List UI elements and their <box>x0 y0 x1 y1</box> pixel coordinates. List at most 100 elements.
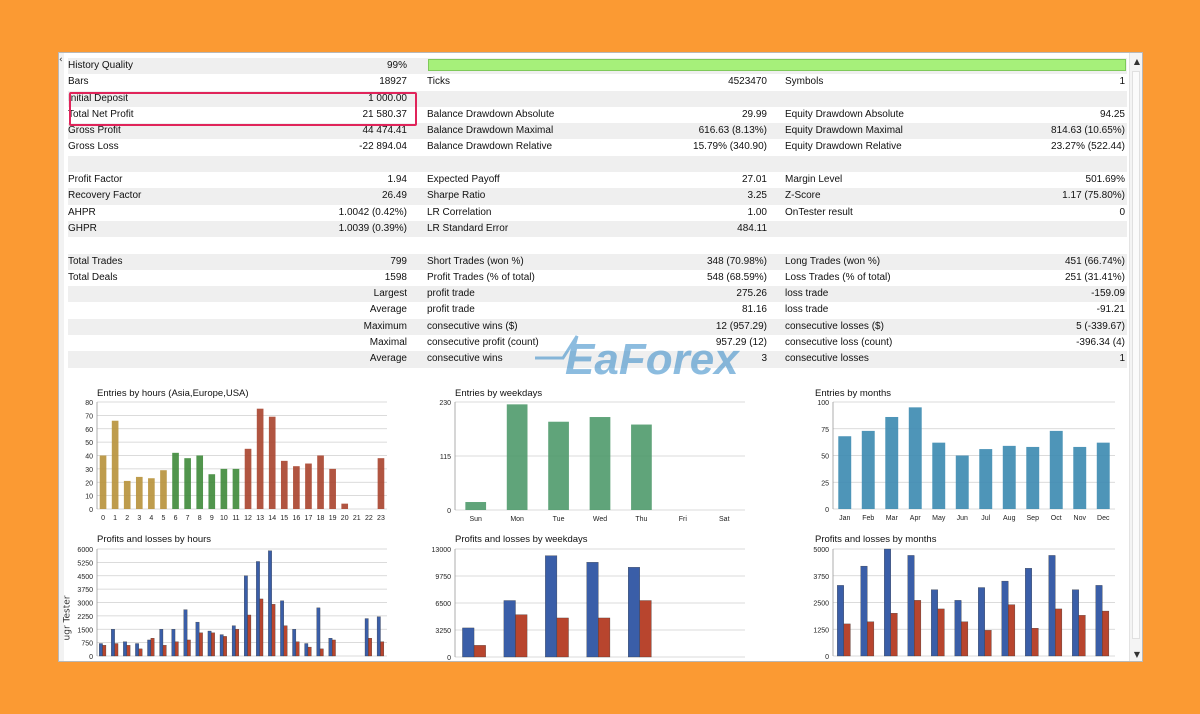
history-quality-bar <box>428 59 1126 71</box>
stat-label: Gross Loss <box>68 141 119 153</box>
y-tick-label: 0 <box>825 507 829 514</box>
bar-series-2 <box>914 600 922 657</box>
bar-series-2 <box>867 621 875 657</box>
stat-value: 99% <box>386 60 407 71</box>
bar-series-1 <box>99 643 103 657</box>
bar-series-2 <box>102 645 107 657</box>
bar-series-1 <box>316 607 321 657</box>
stat-value: -396.34 (4) <box>1076 337 1125 349</box>
x-tick-label: 15 <box>280 515 288 522</box>
bar-series-1 <box>462 627 475 658</box>
stat-value: 484.11 <box>737 222 767 234</box>
y-tick-label: 40 <box>85 454 93 461</box>
bar-series-2 <box>515 614 528 658</box>
stat-value: Average <box>369 353 407 365</box>
stat-label: consecutive profit (count) <box>427 337 539 349</box>
bar-series-2 <box>283 625 288 657</box>
scroll-up-icon[interactable]: ▲ <box>1134 57 1140 66</box>
chart-svg: 01250250037505000JanFebMarAprMayJunJulAu… <box>813 547 1115 661</box>
eaforex-watermark: EaForex <box>535 335 740 384</box>
stat-label: Profit Trades (% of total) <box>427 271 535 283</box>
bar-series-2 <box>259 598 264 657</box>
bar-series-2 <box>126 645 131 657</box>
y-tick-label: 115 <box>440 454 451 461</box>
y-tick-label: 3250 <box>435 628 451 635</box>
y-tick-label: 70 <box>85 413 93 420</box>
chart-svg: 010203040506070800 1 2 3 4 5 6 7 8 9 10 11 12 13 14 15 1… <box>85 400 387 522</box>
x-tick-label: Sun <box>469 516 482 523</box>
bar-series-1 <box>292 629 297 657</box>
stat-label: Balance Drawdown Relative <box>427 141 553 153</box>
bar-series-1 <box>503 600 516 658</box>
stat-value: Largest <box>373 288 407 300</box>
stat-value: 1598 <box>384 271 407 283</box>
y-tick-label: 13000 <box>432 547 452 554</box>
x-tick-label: 1 <box>113 515 117 522</box>
x-tick-label: 22 <box>365 515 373 522</box>
stats-row: GHPR 1.0039 (0.39%) LR Standard Error 484.1… <box>68 220 1127 238</box>
bar-series-2 <box>1102 610 1110 657</box>
bar <box>293 466 300 509</box>
stats-row: Average profit trade 81.16 loss trade -91.21 <box>68 302 1127 318</box>
x-tick-label: Sat <box>719 516 730 523</box>
bar <box>268 416 276 509</box>
bar-series-2 <box>150 638 155 657</box>
bar-series-1 <box>268 550 272 657</box>
y-tick-label: 75 <box>821 427 829 434</box>
chart-profits-losses-by-months: Profits and losses by months 0 1250 2500 37… <box>785 534 1125 661</box>
bar-series-2 <box>307 646 312 657</box>
y-tick-label: 2250 <box>77 614 93 621</box>
stat-value: 616.63 (8.13%) <box>698 125 767 137</box>
bar <box>148 478 155 509</box>
bar-series-1 <box>256 561 260 657</box>
bar <box>955 455 969 509</box>
scroll-down-icon[interactable]: ▼ <box>1134 650 1140 659</box>
x-tick-label: 12 <box>244 515 252 522</box>
bar <box>220 468 228 509</box>
x-tick-label: 5 <box>162 515 166 522</box>
bar <box>232 468 240 509</box>
stat-label: Expected Payoff <box>427 174 500 186</box>
x-tick-label: 10 <box>220 515 228 522</box>
x-tick-label: May <box>932 515 946 522</box>
y-tick-label: 6500 <box>435 601 451 608</box>
stats-row: Profit Factor 1.94 Expected Payoff 27.01 Mar… <box>68 172 1127 188</box>
stat-label: Symbols <box>785 76 824 88</box>
bar <box>305 463 312 509</box>
left-panel-edge: ‹ <box>59 53 64 661</box>
y-tick-label: 80 <box>85 400 93 407</box>
chart-entries-by-months: Entries by months 0 25 50 75 100 Jan Feb Mar Apr… <box>785 388 1125 528</box>
stat-value: 1.0039 (0.39%) <box>338 222 407 234</box>
x-tick-label: Apr <box>910 515 922 522</box>
y-tick-label: 3750 <box>813 574 829 581</box>
bar-series-2 <box>598 617 611 658</box>
bar-series-1 <box>364 618 369 657</box>
stat-label: consecutive wins <box>427 353 503 365</box>
x-tick-label: 9 <box>210 515 214 522</box>
stats-row: AHPR 1.0042 (0.42%) LR Correlation 1.00 OnTe… <box>68 205 1127 221</box>
scrollbar-thumb[interactable] <box>1132 71 1140 639</box>
x-tick-label: 2 <box>125 515 129 522</box>
bar-series-1 <box>159 629 164 657</box>
stat-value: 29.99 <box>741 108 767 120</box>
bar-series-1 <box>545 555 558 658</box>
chart-title: Profits and losses by hours <box>97 534 212 545</box>
collapse-left-icon[interactable]: ‹ <box>59 55 63 65</box>
vertical-scrollbar[interactable]: ▲ ▼ <box>1129 53 1142 661</box>
y-tick-label: 5250 <box>77 560 93 567</box>
stat-value: 15.79% (340.90) <box>693 141 767 153</box>
bar <box>979 449 993 509</box>
bar <box>196 455 204 509</box>
bar-series-2 <box>247 614 252 657</box>
stat-value: 94.25 <box>1099 108 1125 120</box>
y-tick-label: 0 <box>825 654 829 661</box>
bar-series-2 <box>235 629 240 657</box>
bar-series-2 <box>1008 604 1016 657</box>
x-tick-label: Oct <box>1051 515 1062 522</box>
bar <box>1002 445 1016 509</box>
bar <box>548 421 569 510</box>
x-tick-label: Jan <box>839 515 850 522</box>
bar-series-1 <box>954 600 962 657</box>
stat-label: Margin Level <box>785 174 843 186</box>
bar-series-2 <box>1078 615 1086 657</box>
